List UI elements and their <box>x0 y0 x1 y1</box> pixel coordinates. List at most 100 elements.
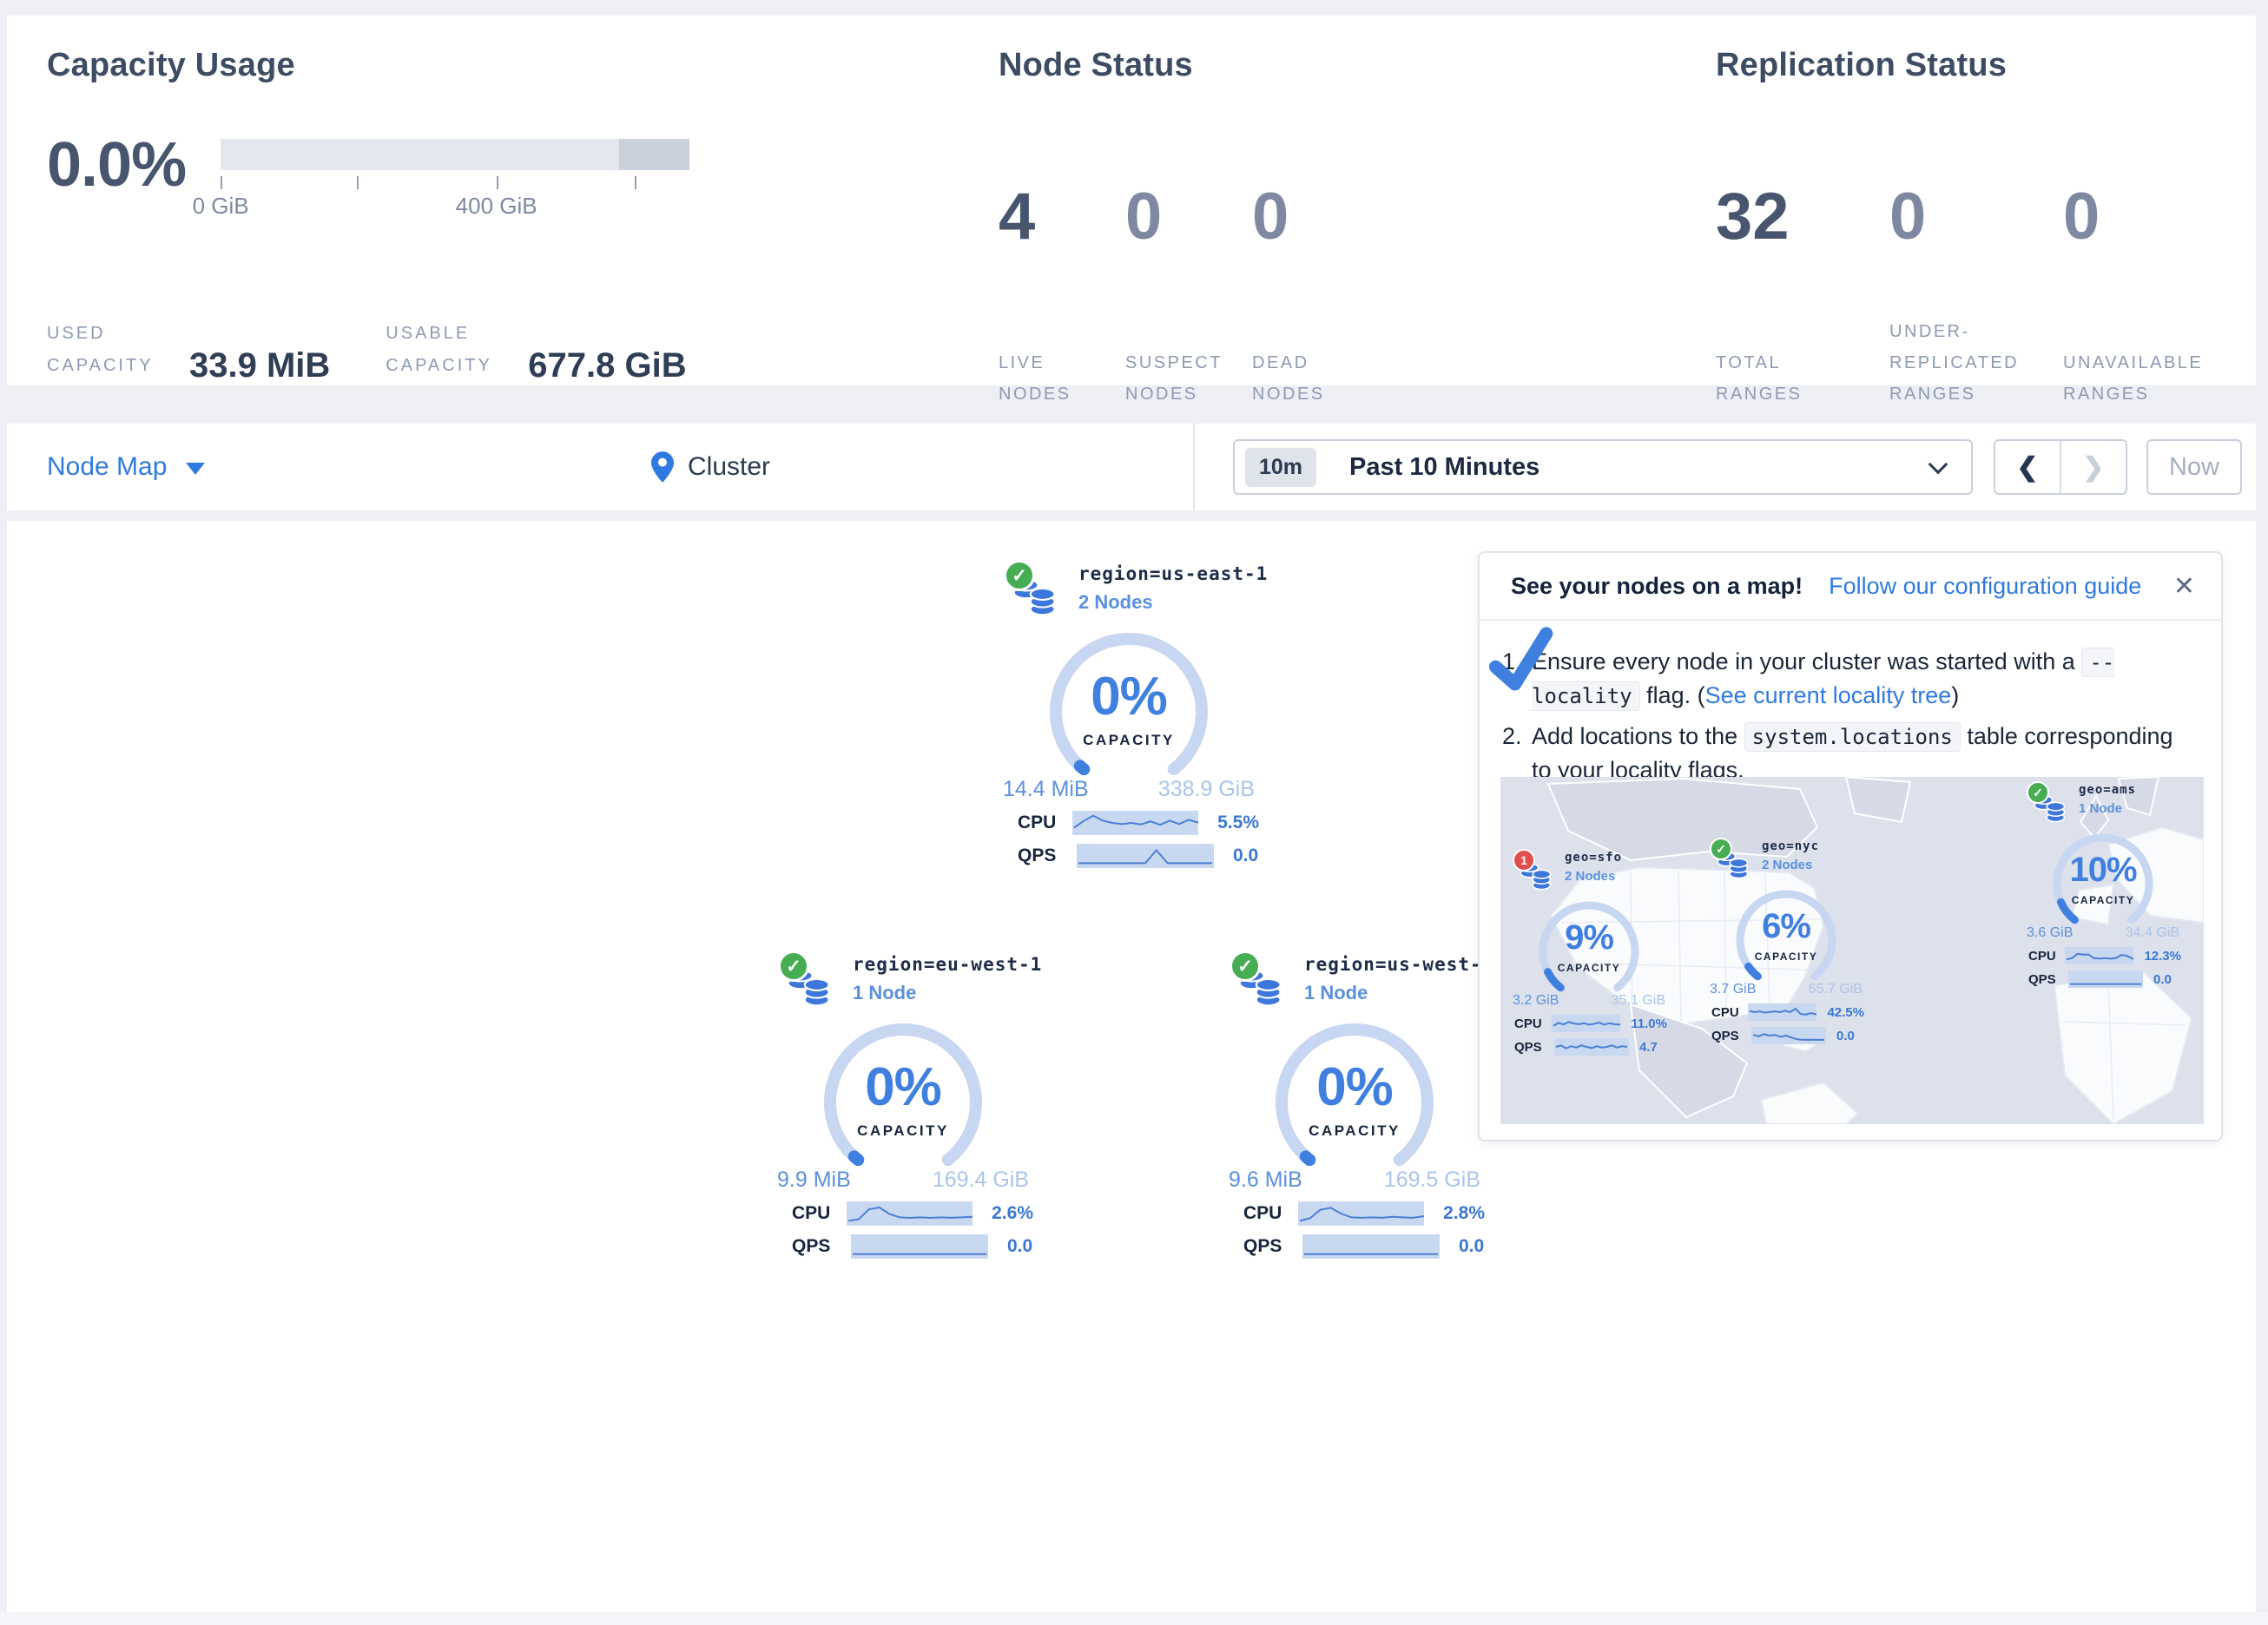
replication-status-section: Replication Status 32 TOTAL RANGES 0 UND… <box>1716 47 2007 84</box>
usable-value: 65.7 GiB <box>1809 982 1863 997</box>
cpu-sparkline <box>1552 1015 1621 1032</box>
time-window-label: Past 10 Minutes <box>1349 453 1539 482</box>
used-value: 3.7 GiB <box>1710 982 1756 997</box>
locality-label[interactable]: region=us-east-1 <box>1078 563 1268 584</box>
qps-sparkline <box>1554 1038 1629 1056</box>
cpu-label: CPU <box>1243 1203 1298 1224</box>
cpu-row: CPU 2.6% <box>773 1201 1033 1226</box>
step-text: ) <box>1951 682 1959 708</box>
suspect-nodes-value: 0 <box>1125 184 1162 250</box>
node-count: 1 Node <box>2079 801 2136 816</box>
toolbar-divider <box>1193 424 1195 510</box>
big-blue-check-icon <box>1483 624 1561 699</box>
node-map-setup-popup: See your nodes on a map! Follow our conf… <box>1478 551 2223 1141</box>
healthy-check-icon: ✓ <box>2027 781 2049 804</box>
cpu-row: CPU 11.0% <box>1511 1015 1667 1032</box>
suspect-nodes-metric: 0 SUSPECT NODES <box>1125 97 1239 410</box>
capacity-gauge: 9% CAPACITY <box>1524 896 1654 993</box>
used-value: 9.6 MiB <box>1229 1168 1302 1193</box>
capacity-gauge: 0% CAPACITY <box>1033 629 1224 775</box>
capacity-used-percent: 0.0% <box>47 134 186 196</box>
time-window-badge: 10m <box>1245 448 1316 487</box>
qps-value: 0.0 <box>2153 972 2172 987</box>
locality-label[interactable]: region=eu-west-1 <box>853 954 1042 975</box>
setup-step-1: 1.Ensure every node in your cluster was … <box>1532 645 2188 713</box>
region-marker-us-west-1[interactable]: ✓ region=us-west-1 1 Node 0% CAPACITY 9.… <box>1224 951 1485 1259</box>
example-world-map: 1 geo=sfo 2 Nodes 9% CAPACITY 3.2 GiB 35… <box>1500 777 2204 1124</box>
time-forward-button[interactable]: ❯ <box>2061 441 2126 493</box>
cpu-value: 11.0% <box>1631 1016 1667 1031</box>
time-range-dropdown[interactable]: 10m Past 10 Minutes <box>1233 439 1973 495</box>
cpu-row: CPU 12.3% <box>2025 947 2181 964</box>
capacity-gauge: 0% CAPACITY <box>808 1020 999 1166</box>
node-count: 2 Nodes <box>1762 858 1819 872</box>
capacity-percent: 0% <box>808 1056 999 1118</box>
healthy-check-icon: ✓ <box>1230 951 1261 982</box>
usable-capacity-label: USABLE CAPACITY <box>386 318 524 382</box>
locality-tree-link[interactable]: See current locality tree <box>1705 682 1952 708</box>
qps-sparkline <box>1751 1027 1826 1044</box>
usable-value: 35.1 GiB <box>1612 993 1665 1009</box>
dead-nodes-label: DEAD NODES <box>1252 347 1366 410</box>
unavailable-ranges-value: 0 <box>2063 184 2100 250</box>
map-marker-geo-sfo[interactable]: 1 geo=sfo 2 Nodes 9% CAPACITY 3.2 GiB 35… <box>1511 849 1667 1056</box>
capacity-percent: 6% <box>1721 907 1851 946</box>
qps-row: QPS 0.0 <box>1708 1027 1864 1044</box>
section-title-capacity: Capacity Usage <box>47 47 967 84</box>
qps-label: QPS <box>1018 845 1077 866</box>
configuration-guide-link[interactable]: Follow our configuration guide <box>1829 573 2141 600</box>
breadcrumb[interactable]: Cluster <box>651 424 770 510</box>
used-value: 3.2 GiB <box>1513 993 1559 1009</box>
now-button[interactable]: Now <box>2146 439 2242 495</box>
time-back-button[interactable]: ❮ <box>1995 441 2061 493</box>
qps-value: 4.7 <box>1639 1040 1658 1055</box>
capacity-word: CAPACITY <box>1721 951 1851 963</box>
capacity-word: CAPACITY <box>1259 1122 1450 1140</box>
capacity-bar-chart: 0 GiB 400 GiB <box>221 139 689 219</box>
map-marker-geo-ams[interactable]: ✓ geo=ams 1 Node 10% CAPACITY 3.6 GiB 34… <box>2025 781 2181 988</box>
used-value: 3.6 GiB <box>2027 925 2073 941</box>
node-count-link[interactable]: 1 Node <box>1304 982 1493 1004</box>
qps-value: 0.0 <box>1836 1029 1855 1043</box>
qps-sparkline <box>1302 1234 1440 1259</box>
node-count-link[interactable]: 2 Nodes <box>1078 591 1268 614</box>
map-marker-geo-nyc[interactable]: ✓ geo=nyc 2 Nodes 6% CAPACITY 3.7 GiB 65… <box>1708 838 1864 1044</box>
capacity-word: CAPACITY <box>1524 962 1654 974</box>
view-selector-dropdown[interactable]: Node Map <box>47 424 205 510</box>
capacity-bar-ticks <box>221 170 689 193</box>
step-number: 2. <box>1502 720 1522 753</box>
qps-sparkline <box>851 1234 988 1259</box>
chevron-down-icon <box>1928 455 1948 475</box>
dead-nodes-metric: 0 DEAD NODES <box>1252 97 1366 410</box>
capacity-gauge: 0% CAPACITY <box>1259 1020 1450 1166</box>
qps-row: QPS 0.0 <box>999 844 1259 868</box>
warning-count-badge: 1 <box>1513 849 1535 872</box>
section-title-replication: Replication Status <box>1716 47 2007 84</box>
node-count-link[interactable]: 1 Node <box>853 982 1042 1004</box>
qps-value: 0.0 <box>1007 1236 1032 1257</box>
time-step-buttons: ❮ ❯ <box>1994 439 2127 495</box>
cpu-value: 12.3% <box>2144 949 2181 964</box>
cpu-value: 5.5% <box>1217 812 1259 833</box>
step-text: Add locations to the <box>1532 723 1744 749</box>
cpu-sparkline <box>2065 947 2133 964</box>
cpu-sparkline <box>1748 1003 1816 1021</box>
usable-value: 34.4 GiB <box>2126 925 2179 941</box>
live-nodes-value: 4 <box>999 184 1035 250</box>
healthy-check-icon: ✓ <box>1004 560 1035 591</box>
region-marker-eu-west-1[interactable]: ✓ region=eu-west-1 1 Node 0% CAPACITY 9.… <box>773 951 1033 1259</box>
popup-header: See your nodes on a map! Follow our conf… <box>1480 553 2221 621</box>
cpu-sparkline <box>1072 811 1199 835</box>
locality-label[interactable]: region=us-west-1 <box>1304 954 1493 975</box>
tick-label-400: 400 GiB <box>456 193 537 220</box>
cpu-sparkline <box>1298 1201 1425 1226</box>
capacity-word: CAPACITY <box>1033 732 1224 749</box>
cpu-row: CPU 42.5% <box>1708 1003 1864 1021</box>
node-count: 2 Nodes <box>1565 869 1622 884</box>
usable-value: 169.4 GiB <box>933 1168 1029 1193</box>
under-replicated-metric: 0 UNDER-REPLICATED RANGES <box>1889 97 2046 410</box>
cpu-label: CPU <box>792 1203 847 1224</box>
region-marker-us-east-1[interactable]: ✓ region=us-east-1 2 Nodes 0% CAPACITY 1… <box>999 560 1259 868</box>
close-icon[interactable]: ✕ <box>2173 571 2195 602</box>
qps-row: QPS 0.0 <box>773 1234 1033 1259</box>
